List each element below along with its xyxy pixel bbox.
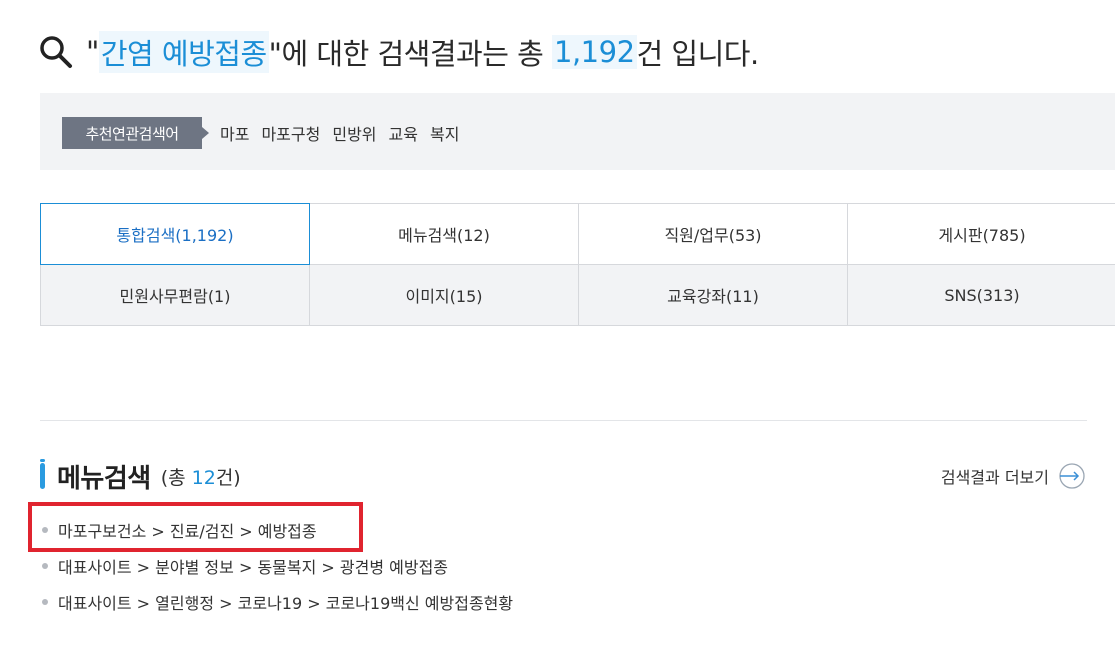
related-keywords-list: 마포 마포구청 민방위 교육 복지: [220, 117, 459, 149]
search-category-tabs: 통합검색(1,192) 메뉴검색(12) 직원/업무(53) 게시판(785) …: [40, 203, 1115, 326]
search-icon: [40, 36, 72, 68]
tab-integrated-search[interactable]: 통합검색(1,192): [40, 203, 310, 265]
tab-education-courses[interactable]: 교육강좌(11): [578, 264, 848, 326]
related-term[interactable]: 민방위: [332, 121, 376, 145]
count-number: 12: [191, 466, 216, 489]
section-marker: [40, 459, 45, 489]
tab-board[interactable]: 게시판(785): [847, 203, 1115, 265]
bullet-icon: [42, 527, 48, 533]
list-item[interactable]: 대표사이트 > 열린행정 > 코로나19 > 코로나19백신 예방접종현황: [40, 584, 513, 620]
section-count: (총 12건): [161, 463, 241, 490]
related-term[interactable]: 마포구청: [261, 121, 320, 145]
related-term[interactable]: 교육: [389, 121, 418, 145]
menu-result-list: 마포구보건소 > 진료/검진 > 예방접종 대표사이트 > 분야별 정보 > 동…: [40, 512, 513, 620]
bullet-icon: [42, 599, 48, 605]
search-keyword: 간염 예방접종: [98, 31, 269, 73]
quote-open: ": [86, 35, 99, 69]
result-count: 1,192: [552, 35, 637, 69]
tab-images[interactable]: 이미지(15): [309, 264, 579, 326]
more-results-label: 검색결과 더보기: [940, 468, 1049, 487]
section-divider: [40, 420, 1087, 421]
headline-mid: "에 대한 검색결과는 총: [268, 37, 552, 71]
bullet-icon: [42, 563, 48, 569]
count-open: (총: [160, 466, 192, 489]
more-results-link[interactable]: 검색결과 더보기: [941, 461, 1087, 491]
count-close: 건): [215, 466, 241, 489]
list-item[interactable]: 마포구보건소 > 진료/검진 > 예방접종: [40, 512, 513, 548]
menu-search-section: 메뉴검색 (총 12건) 검색결과 더보기: [40, 455, 1087, 497]
tab-menu-search[interactable]: 메뉴검색(12): [309, 203, 579, 265]
result-path: 마포구보건소 > 진료/검진 > 예방접종: [58, 522, 317, 541]
search-result-headline: " 간염 예방접종 "에 대한 검색결과는 총 1,192 건 입니다.: [38, 28, 759, 76]
arrow-right-circle-icon: [1059, 463, 1085, 489]
tab-staff-work[interactable]: 직원/업무(53): [578, 203, 848, 265]
related-term[interactable]: 복지: [430, 121, 459, 145]
related-keywords-panel: 추천연관검색어 마포 마포구청 민방위 교육 복지: [40, 93, 1115, 170]
related-keywords-label: 추천연관검색어: [62, 117, 209, 149]
section-title: 메뉴검색: [57, 463, 151, 494]
result-path: 대표사이트 > 열린행정 > 코로나19 > 코로나19백신 예방접종현황: [58, 594, 514, 613]
related-term[interactable]: 마포: [220, 121, 249, 145]
result-path: 대표사이트 > 분야별 정보 > 동물복지 > 광견병 예방접종: [58, 558, 449, 577]
tab-civil-affairs-manual[interactable]: 민원사무편람(1): [40, 264, 310, 326]
list-item[interactable]: 대표사이트 > 분야별 정보 > 동물복지 > 광견병 예방접종: [40, 548, 513, 584]
tab-sns[interactable]: SNS(313): [847, 264, 1115, 326]
headline-tail: 건 입니다.: [636, 37, 760, 71]
